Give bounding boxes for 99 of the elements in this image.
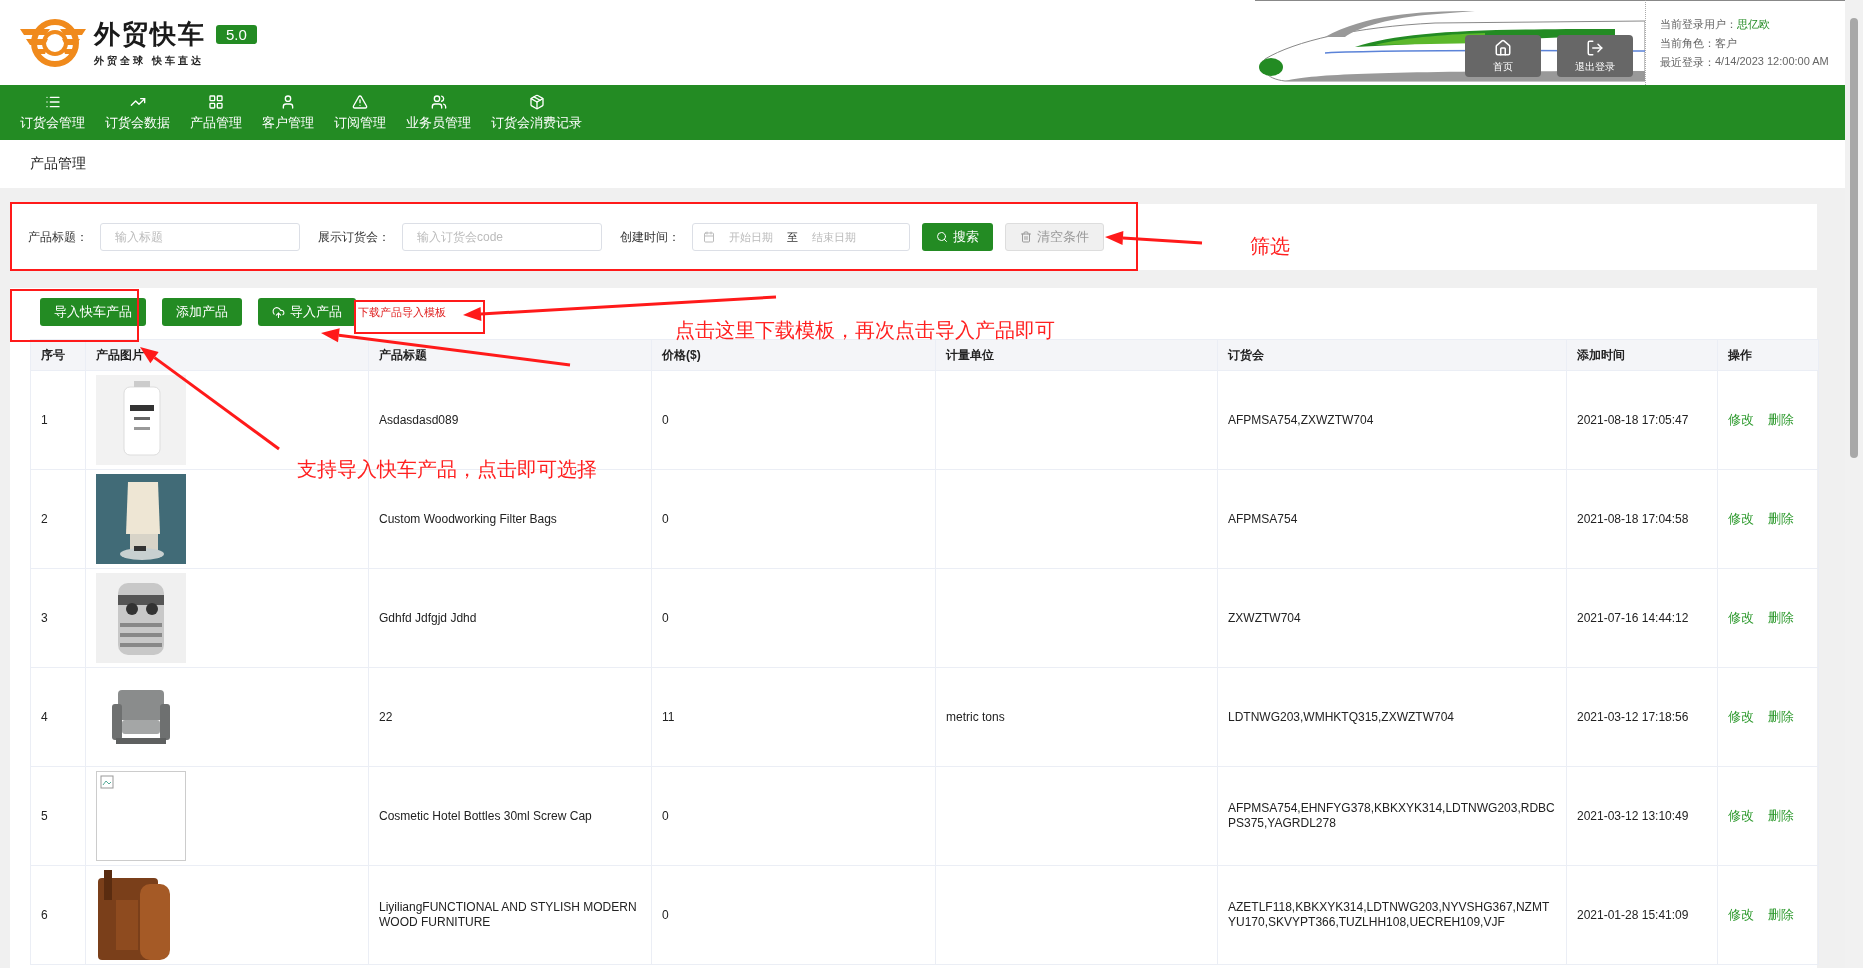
search-icon xyxy=(936,231,948,243)
start-date-placeholder: 开始日期 xyxy=(729,229,773,245)
delete-link[interactable]: 删除 xyxy=(1768,511,1794,526)
table-cell: AFPMSA754,ZXWZTW704 xyxy=(1217,370,1567,470)
delete-link[interactable]: 删除 xyxy=(1768,412,1794,427)
info-value: 4/14/2023 12:00:00 AM xyxy=(1715,54,1829,69)
users-icon xyxy=(430,93,447,110)
table-cell: 0 xyxy=(651,865,936,965)
box-icon xyxy=(528,93,545,110)
table-cell: AFPMSA754 xyxy=(1217,469,1567,569)
table-cell: 0 xyxy=(651,568,936,668)
column-header: 订货会 xyxy=(1217,339,1567,371)
table-cell: 5 xyxy=(30,766,86,866)
info-value: 思亿欧 xyxy=(1737,16,1770,32)
table-cell: Cosmetic Hotel Bottles 30ml Screw Cap xyxy=(368,766,652,866)
action-button[interactable]: 导入快车产品 xyxy=(40,298,146,326)
edit-link[interactable]: 修改 xyxy=(1728,808,1754,823)
table-cell: ZXWZTW704 xyxy=(1217,568,1567,668)
breadcrumb: 产品管理 xyxy=(30,155,86,173)
delete-link[interactable]: 删除 xyxy=(1768,907,1794,922)
info-label: 当前角色： xyxy=(1660,35,1715,51)
column-header: 序号 xyxy=(30,339,86,371)
table-cell: 2021-08-18 17:04:58 xyxy=(1566,469,1718,569)
calendar-icon xyxy=(703,231,715,243)
nav-item[interactable]: 订货会管理 xyxy=(20,93,85,132)
table-cell: 2021-03-12 17:18:56 xyxy=(1566,667,1718,767)
nav-item[interactable]: 客户管理 xyxy=(262,93,314,132)
table-cell: LiyiliangFUNCTIONAL AND STYLISH MODERN WOOD FURNITURE xyxy=(368,865,652,965)
table-cell: 0 xyxy=(651,469,936,569)
column-header: 产品图片 xyxy=(85,339,369,371)
nav-item[interactable]: 订货会消费记录 xyxy=(491,93,582,132)
table-cell: Gdhfd Jdfgjd Jdhd xyxy=(368,568,652,668)
upload-icon xyxy=(272,305,285,319)
table-cell: 1 xyxy=(30,370,86,470)
delete-link[interactable]: 删除 xyxy=(1768,709,1794,724)
field-label: 产品标题： xyxy=(28,228,88,246)
end-date-placeholder: 结束日期 xyxy=(812,229,856,245)
slogan: 外贸全球 快车直达 xyxy=(94,54,205,68)
edit-link[interactable]: 修改 xyxy=(1728,907,1754,922)
user-icon xyxy=(280,93,296,110)
column-header: 添加时间 xyxy=(1566,339,1718,371)
logout-button[interactable]: 退出登录 xyxy=(1557,35,1633,77)
clear-button[interactable]: 清空条件 xyxy=(1005,223,1104,251)
table-cell: AZETLF118,KBKXYK314,LDTNWG203,NYVSHG367,NZMTYU170,SKVYPT366,TUZLHH108,UECREH109,VJF xyxy=(1217,865,1567,965)
edit-link[interactable]: 修改 xyxy=(1728,610,1754,625)
home-button[interactable]: 首页 xyxy=(1465,35,1541,77)
table-cell: AFPMSA754,EHNFYG378,KBKXYK314,LDTNWG203,RDBCPS375,YAGRDL278 xyxy=(1217,766,1567,866)
table-cell: 2021-07-16 14:44:12 xyxy=(1566,568,1718,668)
template-link[interactable]: 下载产品导入模板 xyxy=(358,304,446,320)
date-range-field[interactable]: 开始日期 至 结束日期 xyxy=(692,223,910,251)
table-cell: metric tons xyxy=(935,667,1218,767)
annotation-note: 支持导入快车产品，点击即可选择 xyxy=(297,457,597,482)
trash-icon xyxy=(1020,231,1032,243)
field-label: 创建时间： xyxy=(620,228,680,246)
nav-item[interactable]: 订货会数据 xyxy=(105,93,170,132)
edit-link[interactable]: 修改 xyxy=(1728,511,1754,526)
table-cell: 22 xyxy=(368,667,652,767)
logo-icon xyxy=(20,18,88,67)
broken-image-icon xyxy=(100,775,114,789)
search-button[interactable]: 搜索 xyxy=(922,223,993,251)
info-label: 当前登录用户： xyxy=(1660,16,1737,32)
table-cell: 4 xyxy=(30,667,86,767)
table-cell: 2021-01-28 15:41:09 xyxy=(1566,865,1718,965)
table-cell: 0 xyxy=(651,370,936,470)
table-cell: 2021-08-18 17:05:47 xyxy=(1566,370,1718,470)
table-cell: 2021-03-12 13:10:49 xyxy=(1566,766,1718,866)
action-button[interactable]: 添加产品 xyxy=(162,298,242,326)
column-header: 价格($) xyxy=(651,339,936,371)
info-value: 客户 xyxy=(1715,35,1737,51)
nav-item[interactable]: 产品管理 xyxy=(190,93,242,132)
input-field[interactable]: 输入标题 xyxy=(100,223,300,251)
grid-icon xyxy=(208,93,224,110)
table-cell: 2 xyxy=(30,469,86,569)
table-cell: 3 xyxy=(30,568,86,668)
nav-item[interactable]: 订阅管理 xyxy=(334,93,386,132)
info-label: 最近登录： xyxy=(1660,54,1715,70)
delete-link[interactable]: 删除 xyxy=(1768,610,1794,625)
column-header: 操作 xyxy=(1717,339,1819,371)
home-icon xyxy=(1494,38,1512,57)
table-cell: 0 xyxy=(651,766,936,866)
table-cell: 11 xyxy=(651,667,936,767)
annotation-note: 筛选 xyxy=(1250,234,1290,259)
logout-icon xyxy=(1586,38,1604,57)
field-label: 展示订货会： xyxy=(318,228,390,246)
edit-link[interactable]: 修改 xyxy=(1728,412,1754,427)
input-field[interactable]: 输入订货会code xyxy=(402,223,602,251)
range-separator: 至 xyxy=(787,229,798,245)
table-cell: 6 xyxy=(30,865,86,965)
import-button[interactable]: 导入产品 xyxy=(258,298,356,326)
warning-icon xyxy=(352,93,368,110)
column-header: 计量单位 xyxy=(935,339,1218,371)
version-badge: 5.0 xyxy=(216,25,257,44)
column-header: 产品标题 xyxy=(368,339,652,371)
scrollbar[interactable] xyxy=(1845,0,1863,968)
brand-name: 外贸快车 xyxy=(94,18,206,51)
table-cell: LDTNWG203,WMHKTQ315,ZXWZTW704 xyxy=(1217,667,1567,767)
delete-link[interactable]: 删除 xyxy=(1768,808,1794,823)
edit-link[interactable]: 修改 xyxy=(1728,709,1754,724)
nav-item[interactable]: 业务员管理 xyxy=(406,93,471,132)
